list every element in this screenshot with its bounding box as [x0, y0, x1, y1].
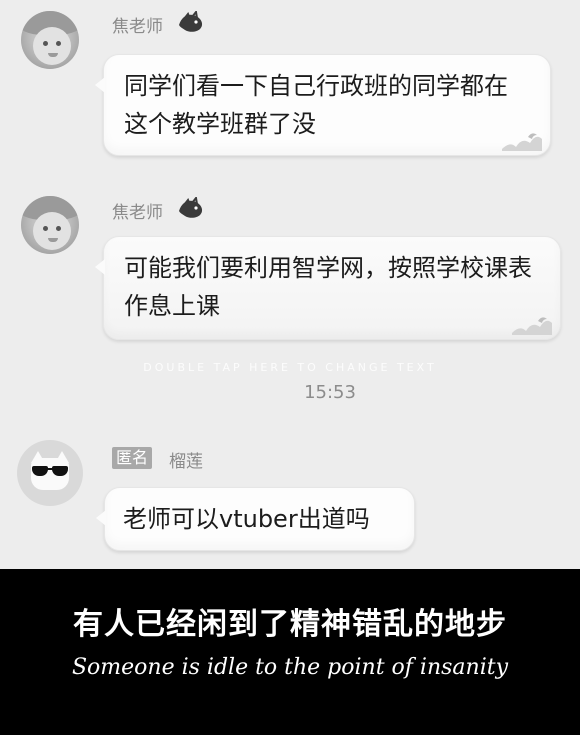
- message-bubble[interactable]: 老师可以vtuber出道吗: [96, 487, 415, 551]
- message-bubble[interactable]: 同学们看一下自己行政班的同学都在这个教学班群了没: [95, 54, 551, 156]
- caption-english: Someone is idle to the point of insanity: [71, 655, 509, 680]
- message-text: 可能我们要利用智学网，按照学校课表作息上课: [124, 254, 532, 320]
- dragon-badge-icon: [179, 11, 203, 32]
- anonymous-avatar[interactable]: [17, 440, 83, 506]
- wave-decoration-icon: [512, 317, 552, 335]
- sender-name: 榴莲: [169, 452, 203, 472]
- dragon-badge-icon: [179, 197, 203, 218]
- teacher-avatar[interactable]: [21, 11, 79, 69]
- teacher-avatar[interactable]: [21, 196, 79, 254]
- anonymous-tag: 匿名: [112, 447, 153, 469]
- caption-banner: 有人已经闲到了精神错乱的地步 Someone is idle to the po…: [0, 569, 580, 735]
- sender-name: 焦老师: [112, 203, 163, 223]
- message-text: 同学们看一下自己行政班的同学都在这个教学班群了没: [124, 72, 508, 138]
- sunglasses-icon: [31, 466, 69, 476]
- message-bubble[interactable]: 可能我们要利用智学网，按照学校课表作息上课: [95, 236, 561, 340]
- wave-decoration-icon: [502, 133, 542, 151]
- sender-name: 焦老师: [112, 17, 163, 37]
- overlay-hint[interactable]: DOUBLE TAP HERE TO CHANGE TEXT: [0, 361, 580, 374]
- message-text: 老师可以vtuber出道吗: [123, 505, 370, 533]
- caption-chinese: 有人已经闲到了精神错乱的地步: [73, 607, 507, 642]
- timestamp: 15:53: [304, 382, 356, 403]
